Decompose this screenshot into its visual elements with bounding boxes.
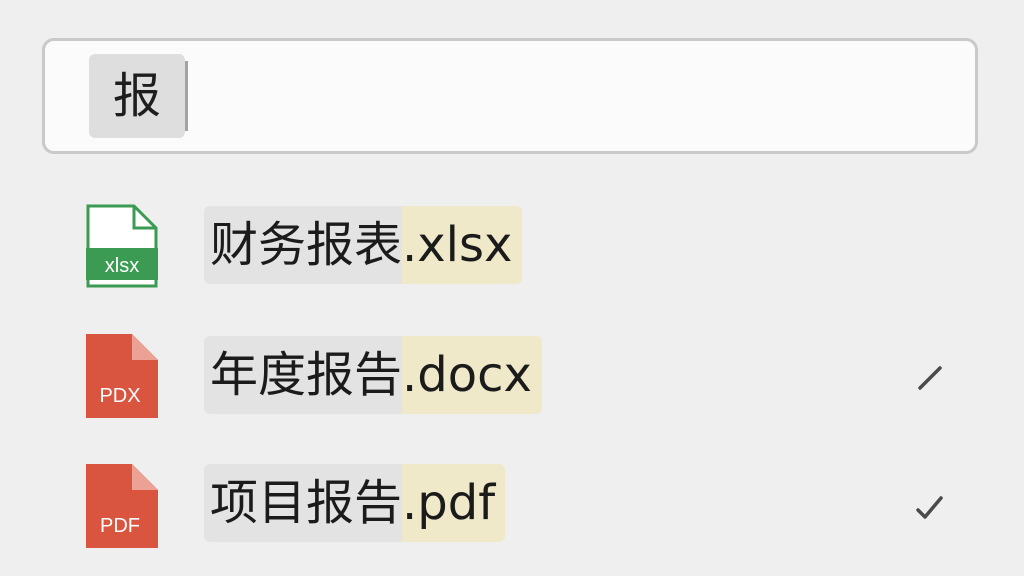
pdx-icon-label: PDX <box>99 385 140 407</box>
result-name-extension: .pdf <box>402 464 506 542</box>
pdf-file-icon: PDF <box>86 464 158 548</box>
pdf-icon-label: PDF <box>100 515 140 537</box>
result-name-2: 年度报告 .docx <box>204 336 542 414</box>
xlsx-icon-label: xlsx <box>105 255 139 277</box>
result-name-extension: .docx <box>402 336 542 414</box>
xlsx-file-icon: xlsx <box>86 204 158 288</box>
result-name-base: 年度报告 <box>204 336 403 414</box>
text-cursor <box>185 61 188 131</box>
check-icon <box>916 496 943 519</box>
result-item-2[interactable]: PDX 年度报告 .docx <box>0 330 1024 426</box>
result-name-base: 财务报表 <box>204 206 403 284</box>
result-name-extension: .xlsx <box>402 206 523 284</box>
search-query-text: 报 <box>89 54 185 138</box>
result-name-3: 项目报告 .pdf <box>204 464 506 542</box>
result-name-1: 财务报表 .xlsx <box>204 206 523 284</box>
check-icon <box>918 366 942 390</box>
result-item-1[interactable]: xlsx 财务报表 .xlsx <box>0 200 1024 296</box>
search-input[interactable]: 报 <box>42 38 978 154</box>
result-item-3[interactable]: PDF 项目报告 .pdf <box>0 460 1024 556</box>
pdf-file-icon: PDX <box>86 334 158 418</box>
result-name-base: 项目报告 <box>204 464 403 542</box>
